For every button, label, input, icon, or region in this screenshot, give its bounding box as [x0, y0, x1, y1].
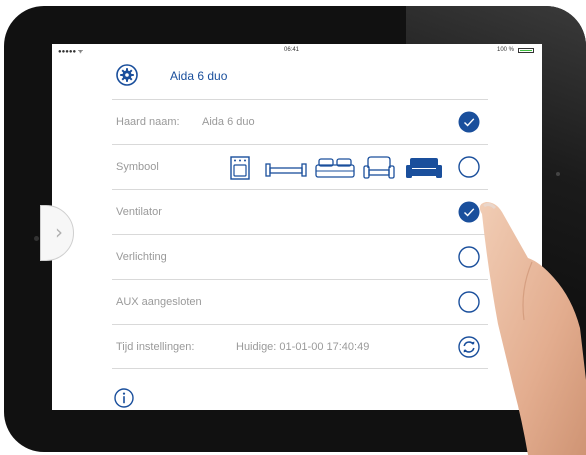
- fireplace-name-value[interactable]: Aida 6 duo: [202, 116, 255, 128]
- current-time-value: Huidige: 01-01-00 17:40:49: [236, 341, 370, 353]
- row-aux: AUX aangesloten: [112, 279, 488, 324]
- carrier-signal: ●●●●● ᯤ: [58, 49, 84, 55]
- fireplace-name-checked-icon[interactable]: [458, 111, 480, 133]
- info-icon[interactable]: [114, 388, 134, 408]
- bed-icon[interactable]: [315, 157, 355, 179]
- fireplace-name-label: Haard naam:: [116, 116, 180, 128]
- symbol-radio[interactable]: [458, 156, 480, 178]
- status-bar: ●●●●● ᯤ 06:41 100 %: [52, 44, 542, 56]
- settings-list: Haard naam: Aida 6 duo Symbool Ventilato…: [112, 99, 488, 369]
- row-lighting: Verlichting: [112, 234, 488, 279]
- status-time: 06:41: [284, 47, 300, 53]
- stove-icon[interactable]: [230, 156, 250, 180]
- sofa-icon[interactable]: [405, 156, 443, 180]
- pointing-hand: [479, 202, 586, 455]
- battery-icon: [518, 48, 534, 53]
- ventilator-label: Ventilator: [116, 206, 162, 218]
- symbol-label: Symbool: [116, 161, 159, 173]
- aux-label: AUX aangesloten: [116, 296, 202, 308]
- bench-icon[interactable]: [265, 161, 307, 177]
- row-fireplace-name: Haard naam: Aida 6 duo: [112, 99, 488, 144]
- page-title: Aida 6 duo: [170, 69, 228, 83]
- lighting-label: Verlichting: [116, 251, 167, 263]
- gear-icon[interactable]: [116, 64, 138, 86]
- armchair-icon[interactable]: [363, 156, 395, 180]
- row-ventilator: Ventilator: [112, 189, 488, 234]
- chevron-right-icon: ›: [55, 220, 63, 244]
- row-time-settings: Tijd instellingen: Huidige: 01-01-00 17:…: [112, 324, 488, 369]
- home-sensor-dot: [556, 172, 560, 176]
- battery-percentage: 100 %: [496, 47, 514, 53]
- row-symbol: Symbool: [112, 144, 488, 189]
- camera-dot: [34, 236, 39, 241]
- time-settings-label: Tijd instellingen:: [116, 341, 195, 353]
- header: Aida 6 duo: [112, 62, 492, 90]
- symbol-options: [230, 155, 450, 181]
